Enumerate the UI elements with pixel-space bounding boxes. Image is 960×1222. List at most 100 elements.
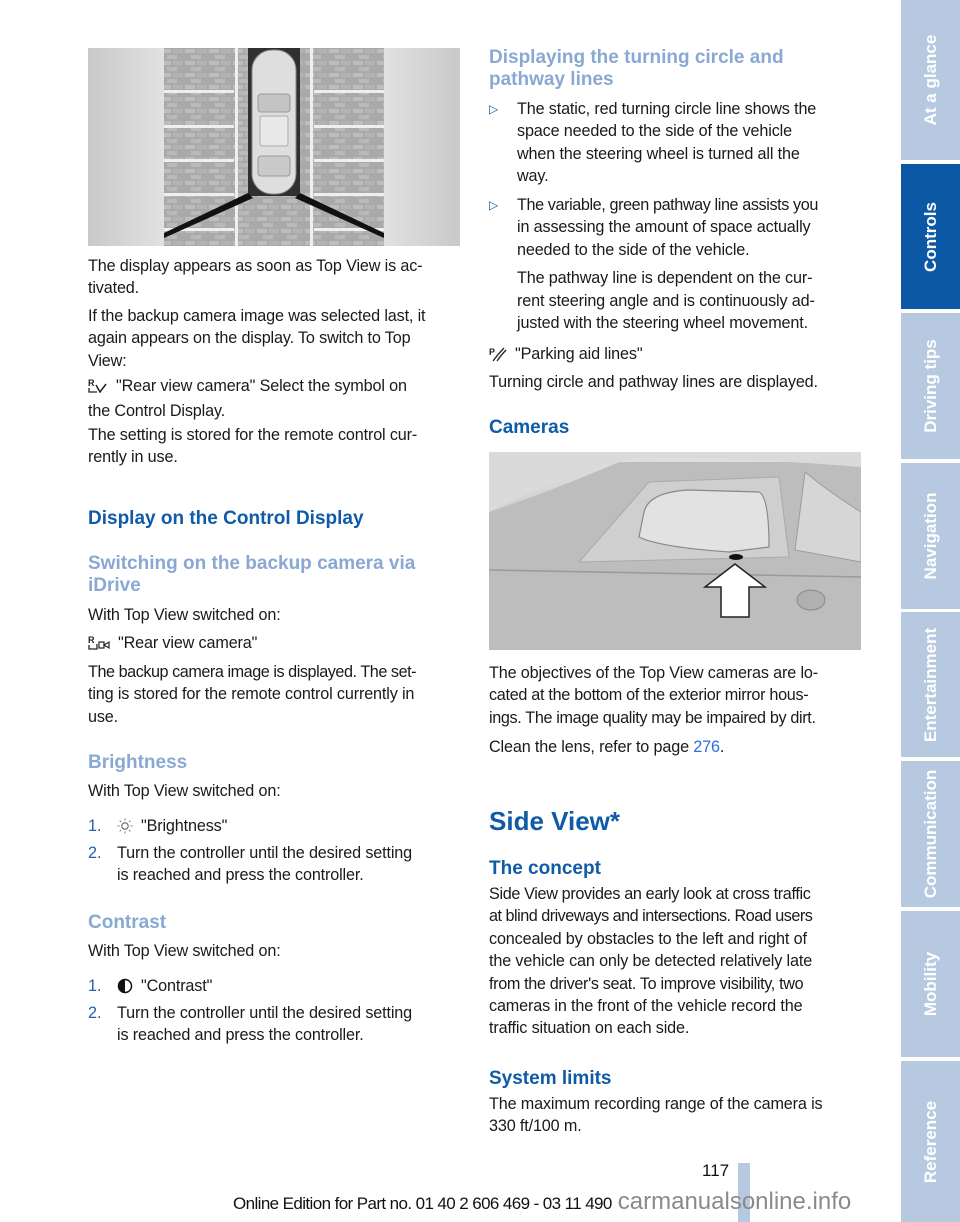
text-line: ings. The image quality may be impaired … [489, 708, 816, 727]
text-line: With Top View switched on: [88, 782, 281, 800]
parking-aid-lines-icon: P [489, 346, 507, 368]
text-line: way. [517, 167, 549, 186]
tab-label: Communication [920, 769, 940, 899]
watermark: carmanualsonline.info [617, 1188, 852, 1215]
heading-line: Displaying the turning circle and [489, 47, 784, 68]
text-line: traffic situation on each side. [489, 1019, 690, 1038]
heading-switching-backup-camera: Switching on the backup camera via iDriv… [88, 553, 415, 597]
topview-illustration [164, 48, 384, 246]
heading-turning-circle: Displaying the turning circle and pathwa… [489, 47, 784, 91]
rear-view-camera-menu-item: R "Rear view camera" [88, 632, 462, 657]
text-line: space needed to the side of the vehicle [517, 122, 792, 141]
paragraph-backup-camera-displayed: The backup camera image is displayed. Th… [88, 661, 462, 728]
step-text: Turn the controller until the desired se… [117, 844, 412, 862]
text-line: View: [88, 351, 127, 370]
tab-navigation[interactable]: Navigation [901, 463, 960, 609]
step-number: 1. [88, 977, 102, 995]
tab-label: Mobility [920, 951, 940, 1017]
text-line: The objectives of the Top View cameras a… [489, 664, 819, 682]
tab-mobility[interactable]: Mobility [901, 911, 960, 1057]
with-top-view-2: With Top View switched on: [88, 780, 462, 802]
tab-label: Navigation [920, 492, 940, 580]
text-line: "Rear view camera" Select the symbol on [116, 377, 407, 395]
heading-line: Switching on the backup camera via [88, 553, 416, 574]
text-line: the vehicle can only be detected relativ… [489, 952, 813, 971]
text-line: cated at the bottom of the exterior mirr… [489, 686, 809, 705]
text-line: cameras in the front of the vehicle reco… [489, 997, 803, 1016]
triangle-bullet-icon: ▷ [489, 198, 499, 212]
bullet-pathway-line: ▷ The variable, green pathway line assis… [489, 194, 863, 334]
tab-label: At a glance [920, 34, 940, 126]
text-line: The variable, green pathway line assists… [517, 196, 818, 214]
paragraph-camera-objectives: The objectives of the Top View cameras a… [489, 662, 863, 729]
tab-controls[interactable]: Controls [901, 164, 960, 309]
text-line: With Top View switched on: [88, 942, 281, 960]
with-top-view-3: With Top View switched on: [88, 940, 462, 962]
text-line: in assessing the amount of space actuall… [517, 218, 811, 237]
tab-entertainment[interactable]: Entertainment [901, 612, 960, 757]
heading-the-concept: The concept [489, 858, 601, 879]
edition-text: Online Edition for Part no. 01 40 2 606 … [233, 1194, 612, 1213]
text-line: rent steering angle and is continuously … [517, 291, 815, 310]
page-reference-link[interactable]: 276 [693, 738, 720, 756]
text-line: The maximum recording range of the camer… [489, 1095, 823, 1113]
clean-lens-reference: Clean the lens, refer to page 276. [489, 736, 863, 758]
text-line: the Control Display. [88, 402, 226, 421]
heading-line: iDrive [88, 575, 141, 596]
text-line: The setting is stored for the remote con… [88, 426, 418, 444]
step-number: 2. [88, 1004, 102, 1022]
heading-system-limits: System limits [489, 1068, 612, 1089]
text-line: The display appears as soon as Top View … [88, 257, 423, 275]
step-number: 2. [88, 844, 102, 862]
text-line: concealed by obstacles to the left and r… [489, 929, 807, 948]
heading-brightness: Brightness [88, 752, 188, 773]
rear-view-camera-select: R "Rear view camera" Select the symbol o… [88, 375, 462, 423]
step-text: "Brightness" [141, 817, 228, 835]
contrast-step-1: 1. "Contrast" [88, 975, 462, 1000]
text-line: The pathway line is dependent on the cur… [517, 269, 813, 288]
paragraph-setting-stored: The setting is stored for the remote con… [88, 424, 462, 469]
topview-figure [88, 48, 460, 246]
text-line: "Parking aid lines" [515, 345, 643, 363]
paragraph-system-limits: The maximum recording range of the camer… [489, 1093, 863, 1138]
with-top-view-1: With Top View switched on: [88, 604, 462, 626]
text-line: 330 ft/100 m. [489, 1117, 582, 1136]
text-line: again appears on the display. To switch … [88, 329, 411, 348]
parking-aid-lines-item: P "Parking aid lines" [489, 343, 863, 368]
heading-display-on-control-display: Display on the Control Display [88, 508, 364, 529]
tab-label: Entertainment [920, 627, 940, 742]
text-line: from the driver's seat. To improve visib… [489, 974, 804, 993]
svg-text:R: R [88, 378, 95, 388]
text-line: If the backup camera image was selected … [88, 307, 426, 325]
text-line: at blind driveways and intersections. Ro… [489, 907, 813, 926]
brightness-step-2: 2. Turn the controller until the desired… [88, 842, 462, 887]
text-line: ting is stored for the remote control cu… [88, 685, 415, 704]
rear-view-camera-icon: R [88, 378, 108, 400]
text-line: The backup camera image is displayed. Th… [88, 663, 417, 681]
footer: Online Edition for Part no. 01 40 2 606 … [233, 1188, 851, 1216]
text-line: rently in use. [88, 448, 178, 467]
tab-communication[interactable]: Communication [901, 761, 960, 907]
heading-side-view: Side View* [489, 806, 621, 836]
brightness-step-1: 1. "Brightness" [88, 815, 462, 840]
heading-contrast: Contrast [88, 912, 167, 933]
mirror-camera-illustration [489, 452, 861, 650]
text-line: use. [88, 707, 118, 726]
text-line: when the steering wheel is turned all th… [517, 144, 800, 163]
tab-at-a-glance[interactable]: At a glance [901, 0, 960, 160]
svg-text:P: P [489, 347, 495, 357]
tab-driving-tips[interactable]: Driving tips [901, 313, 960, 459]
rear-view-camera-icon: R [88, 635, 110, 657]
paragraph-concept: Side View provides an early look at cros… [489, 883, 863, 1040]
step-text: Turn the controller until the desired se… [117, 1004, 412, 1022]
heading-line: pathway lines [489, 69, 614, 90]
parking-aid-description: Turning circle and pathway lines are dis… [489, 371, 863, 393]
text-line: Side View provides an early look at cros… [489, 885, 811, 903]
tab-reference[interactable]: Reference [901, 1061, 960, 1222]
tab-label: Reference [920, 1100, 940, 1183]
text-line: needed to the side of the vehicle. [517, 240, 750, 259]
text-line: The static, red turning circle line show… [517, 100, 817, 118]
text-line: With Top View switched on: [88, 606, 281, 624]
text-line: tivated. [88, 279, 139, 298]
tab-label: Controls [920, 201, 940, 272]
